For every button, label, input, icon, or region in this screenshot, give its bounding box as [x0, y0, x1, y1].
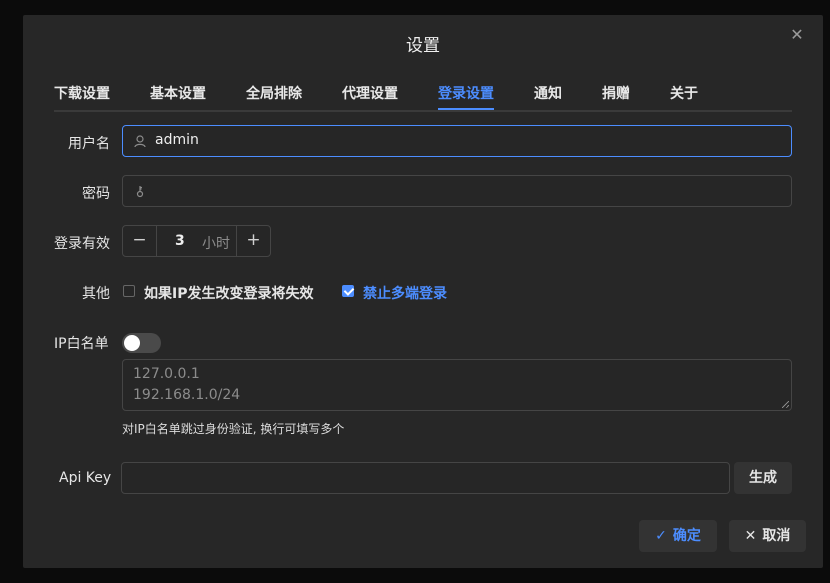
- resize-handle[interactable]: [782, 401, 789, 408]
- tab-notifications[interactable]: 通知: [534, 83, 562, 103]
- validity-label: 登录有效: [54, 236, 110, 252]
- decrement-button[interactable]: −: [123, 226, 157, 256]
- validity-stepper: − 3 小时 +: [122, 225, 271, 257]
- ip-placeholder-line: 127.0.0.1: [133, 366, 200, 382]
- confirm-button[interactable]: ✓ 确定: [639, 520, 717, 552]
- ip-change-label[interactable]: 如果IP发生改变登录将失效: [144, 283, 313, 303]
- confirm-label: 确定: [672, 528, 701, 544]
- close-icon: ✕: [744, 528, 757, 544]
- username-value: admin: [155, 132, 199, 148]
- check-icon: ✓: [655, 528, 667, 544]
- ip-whitelist-hint: 对IP白名单跳过身份验证, 换行可填写多个: [122, 422, 345, 436]
- tab-download-settings[interactable]: 下载设置: [54, 83, 110, 103]
- ip-whitelist-label: IP白名单: [54, 336, 109, 352]
- validity-unit: 小时: [202, 236, 230, 252]
- user-icon: [133, 133, 147, 148]
- tab-donate[interactable]: 捐赠: [602, 83, 630, 103]
- api-key-input[interactable]: [121, 462, 730, 494]
- tab-global-exclude[interactable]: 全局排除: [246, 83, 302, 103]
- key-icon: [133, 183, 147, 198]
- tab-basic-settings[interactable]: 基本设置: [150, 83, 206, 103]
- generate-label: 生成: [749, 470, 777, 486]
- ip-whitelist-toggle[interactable]: [122, 333, 161, 353]
- ip-change-checkbox[interactable]: [123, 285, 135, 297]
- password-label: 密码: [82, 186, 110, 202]
- password-input[interactable]: [122, 175, 792, 207]
- username-label: 用户名: [68, 136, 110, 152]
- tab-proxy-settings[interactable]: 代理设置: [342, 83, 398, 103]
- active-tab-indicator: [438, 108, 494, 110]
- toggle-knob: [124, 335, 140, 351]
- generate-button[interactable]: 生成: [734, 462, 792, 494]
- single-login-label[interactable]: 禁止多端登录: [363, 283, 447, 303]
- single-login-checkbox[interactable]: [342, 285, 354, 297]
- username-input[interactable]: admin: [122, 125, 792, 157]
- close-icon[interactable]: ✕: [789, 27, 805, 43]
- ip-placeholder-line: 192.168.1.0/24: [133, 387, 241, 403]
- cancel-button[interactable]: ✕ 取消: [729, 520, 806, 552]
- cancel-label: 取消: [762, 528, 791, 544]
- settings-dialog: 设置 ✕ 下载设置 基本设置 全局排除 代理设置 登录设置 通知 捐赠 关于 用…: [23, 15, 823, 568]
- tab-about[interactable]: 关于: [670, 83, 698, 103]
- ip-whitelist-textarea[interactable]: 127.0.0.1 192.168.1.0/24: [122, 359, 792, 411]
- tab-login-settings[interactable]: 登录设置: [438, 83, 494, 103]
- other-label: 其他: [82, 286, 110, 302]
- increment-button[interactable]: +: [236, 226, 270, 256]
- validity-value[interactable]: 3: [175, 233, 185, 249]
- dialog-title: 设置: [406, 36, 440, 56]
- api-key-label: Api Key: [59, 470, 112, 486]
- tab-bar: 下载设置 基本设置 全局排除 代理设置 登录设置 通知 捐赠 关于: [54, 79, 792, 112]
